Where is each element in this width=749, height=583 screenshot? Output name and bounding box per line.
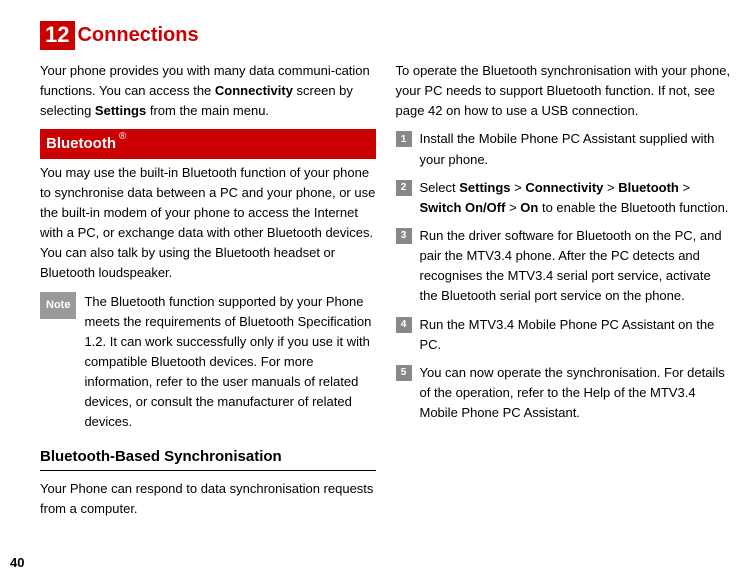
- step-number: 1: [396, 131, 412, 147]
- steps-list: 1 Install the Mobile Phone PC Assistant s…: [396, 129, 732, 423]
- text: >: [505, 200, 520, 215]
- step-number: 4: [396, 317, 412, 333]
- step-text: Run the MTV3.4 Mobile Phone PC Assistant…: [420, 315, 732, 355]
- step-item: 4 Run the MTV3.4 Mobile Phone PC Assistan…: [396, 315, 732, 355]
- section-heading-bluetooth: Bluetooth®: [40, 129, 376, 158]
- bold-text: Connectivity: [215, 83, 293, 98]
- divider: [40, 470, 376, 471]
- trademark-symbol: ®: [119, 132, 126, 142]
- note-label: Note: [40, 292, 76, 319]
- subheading: Bluetooth-Based Synchronisation: [40, 445, 376, 468]
- bold-text: Connectivity: [525, 180, 603, 195]
- step-text: Select Settings > Connectivity > Bluetoo…: [420, 178, 732, 218]
- right-column: To operate the Bluetooth synchronisation…: [396, 61, 732, 527]
- note-block: Note The Bluetooth function supported by…: [40, 292, 376, 433]
- bold-text: Bluetooth: [618, 180, 679, 195]
- text: to enable the Bluetooth function.: [538, 200, 728, 215]
- section-title: Bluetooth: [46, 132, 116, 155]
- bold-text: On: [520, 200, 538, 215]
- text: >: [511, 180, 526, 195]
- section-body: You may use the built-in Bluetooth funct…: [40, 163, 376, 284]
- intro-paragraph: Your phone provides you with many data c…: [40, 61, 376, 121]
- step-item: 5 You can now operate the synchronisation…: [396, 363, 732, 423]
- bold-text: Settings: [459, 180, 510, 195]
- step-item: 1 Install the Mobile Phone PC Assistant s…: [396, 129, 732, 169]
- bold-text: Switch On/Off: [420, 200, 506, 215]
- step-item: 3 Run the driver software for Bluetooth o…: [396, 226, 732, 307]
- step-text: Install the Mobile Phone PC Assistant su…: [420, 129, 732, 169]
- step-number: 2: [396, 180, 412, 196]
- chapter-header: 12 Connections: [40, 20, 731, 51]
- sub-body: Your Phone can respond to data synchroni…: [40, 479, 376, 519]
- left-column: Your phone provides you with many data c…: [40, 61, 376, 527]
- bold-text: Settings: [95, 103, 146, 118]
- text: Select: [420, 180, 460, 195]
- text: from the main menu.: [146, 103, 269, 118]
- chapter-title: Connections: [77, 20, 198, 51]
- note-text: The Bluetooth function supported by your…: [84, 292, 375, 433]
- step-number: 3: [396, 228, 412, 244]
- step-number: 5: [396, 365, 412, 381]
- step-text: You can now operate the synchronisation.…: [420, 363, 732, 423]
- text: >: [679, 180, 690, 195]
- chapter-number: 12: [40, 21, 75, 49]
- col2-intro: To operate the Bluetooth synchronisation…: [396, 61, 732, 121]
- page-number: 40: [10, 553, 24, 573]
- text: >: [603, 180, 618, 195]
- step-item: 2 Select Settings > Connectivity > Blueto…: [396, 178, 732, 218]
- step-text: Run the driver software for Bluetooth on…: [420, 226, 732, 307]
